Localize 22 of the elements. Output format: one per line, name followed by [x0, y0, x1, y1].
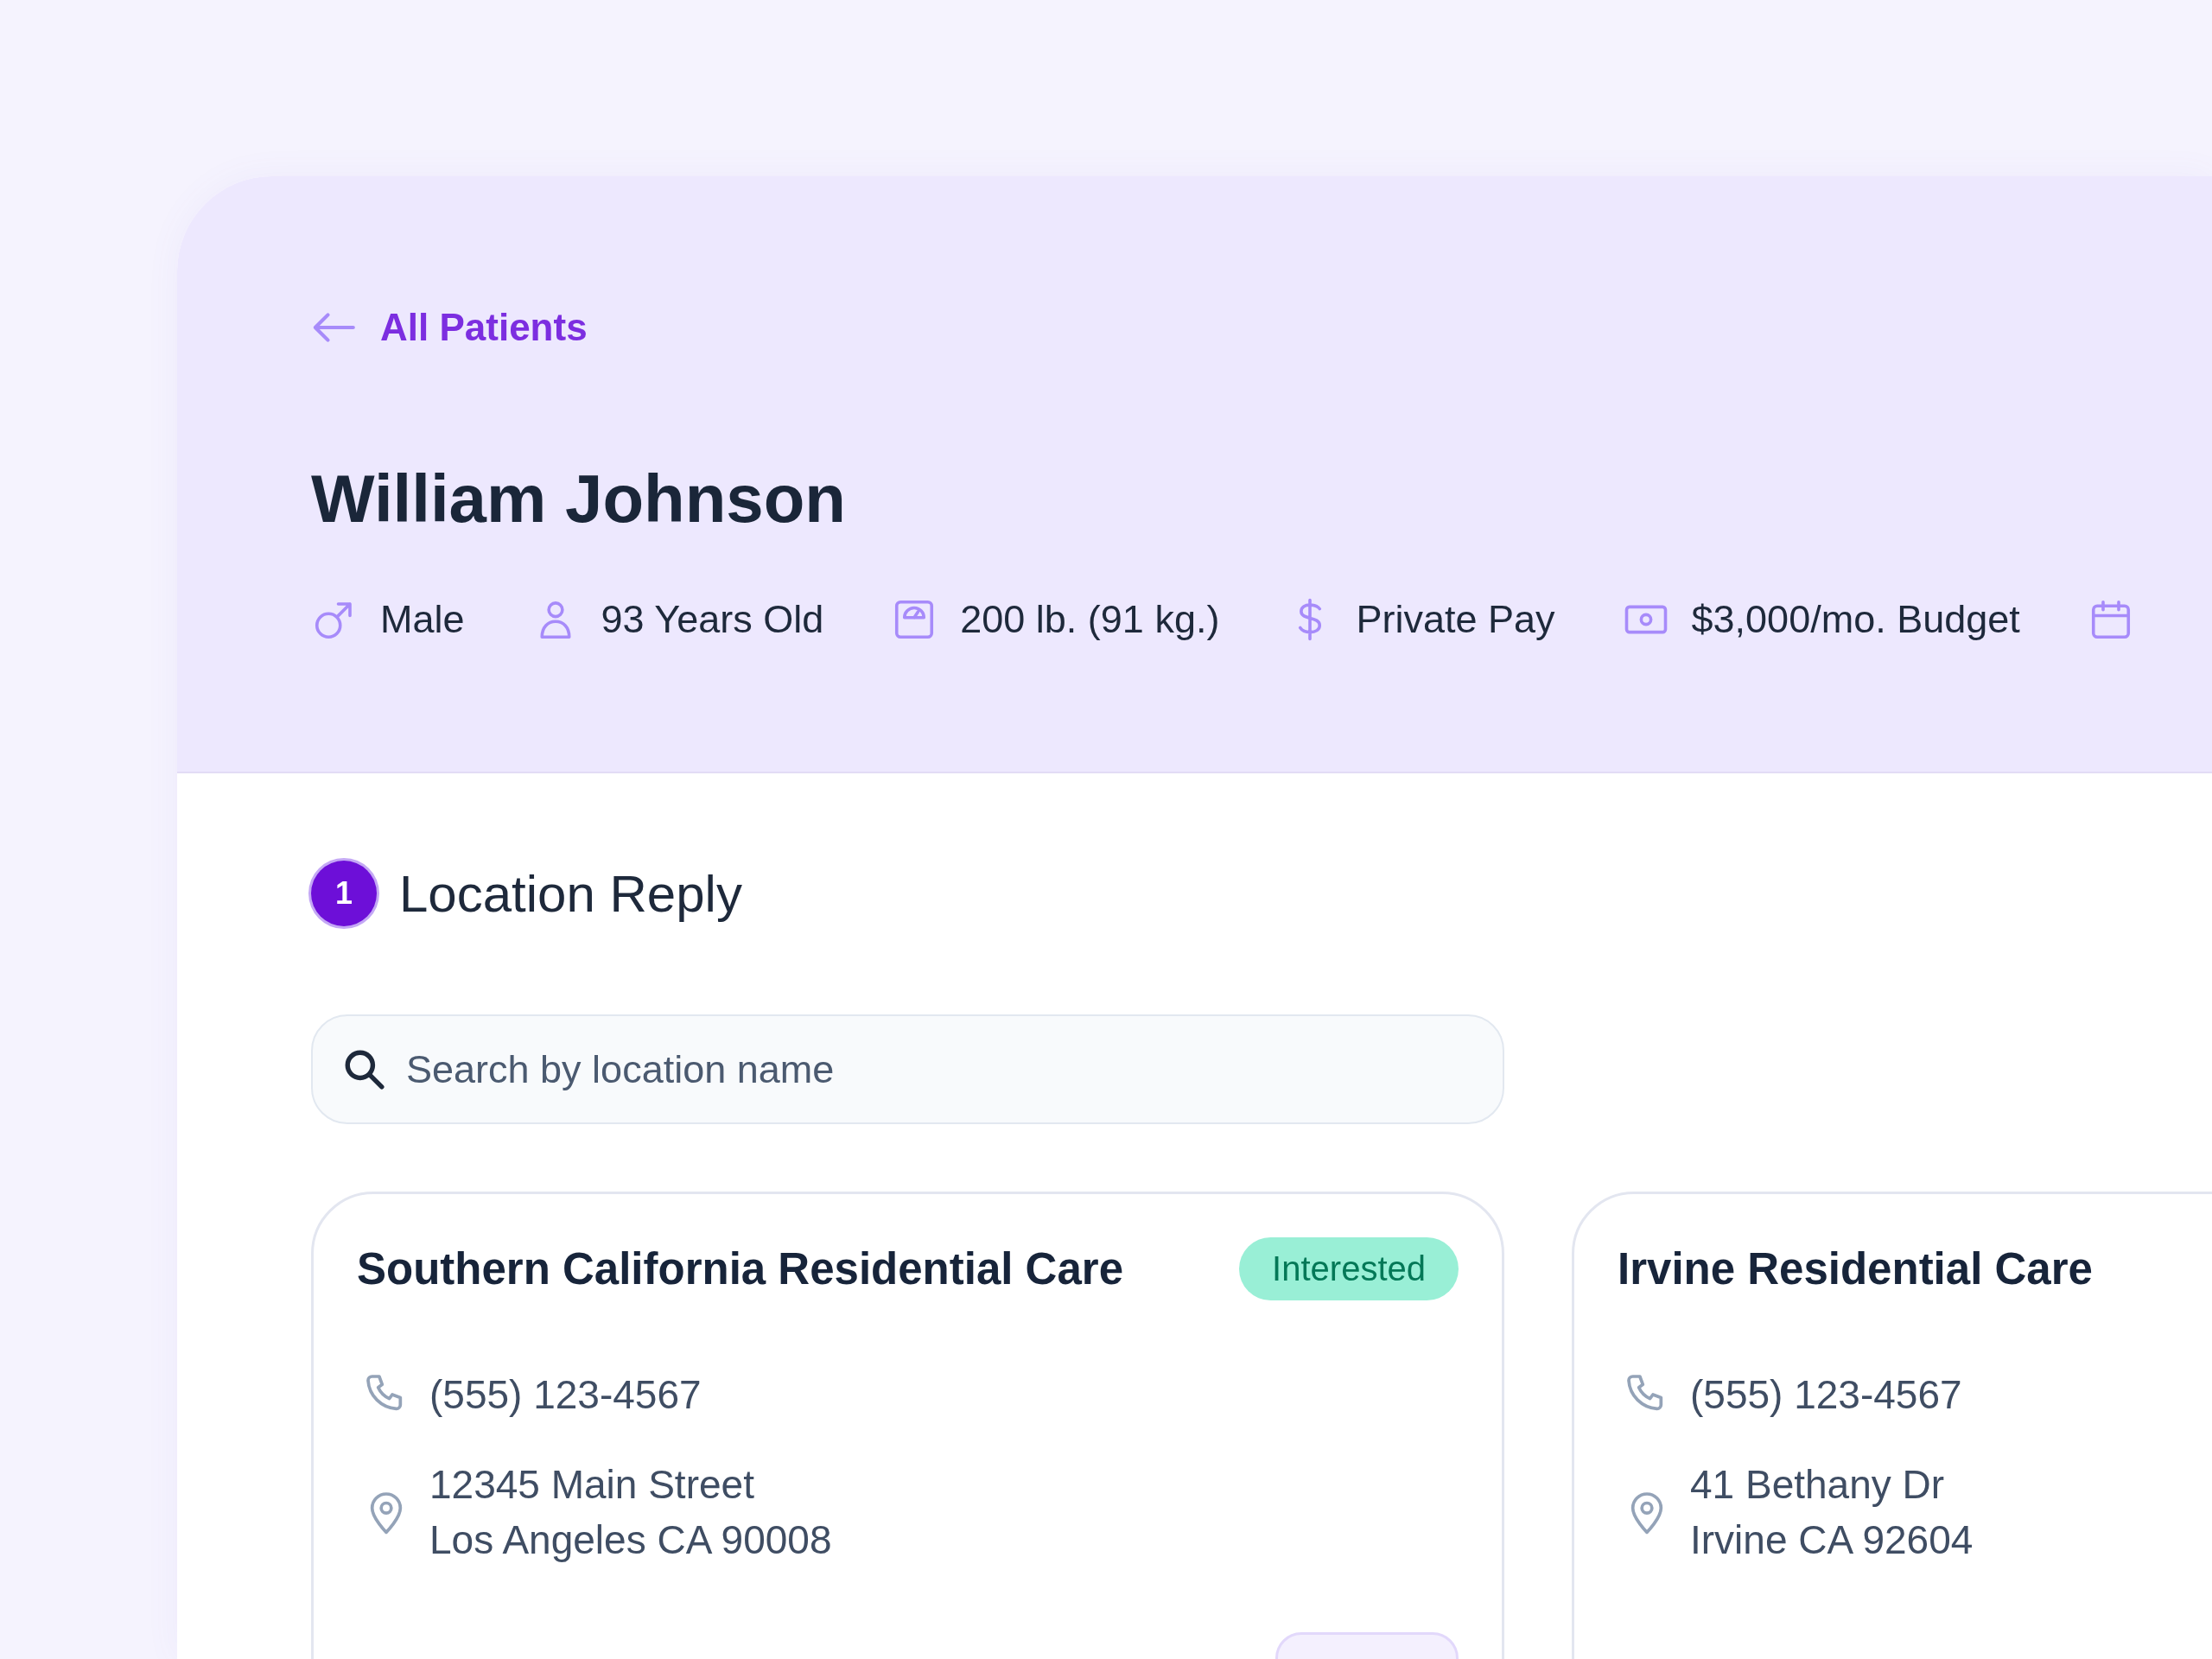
address-line: Los Angeles CA 90008: [429, 1516, 832, 1564]
location-name: Irvine Residential Care: [1618, 1243, 2093, 1294]
patient-detail: $3,000/mo. Budget: [1691, 597, 2020, 642]
patient-detail: Male: [380, 597, 465, 642]
search-field[interactable]: Search by location name: [311, 1014, 1504, 1124]
section-title: Location Reply: [399, 863, 742, 924]
location-name: Southern California Residential Care: [357, 1243, 1124, 1294]
patient-detail: 200 lb. (91 kg.): [960, 597, 1220, 642]
status-badge: Interested: [1239, 1236, 1459, 1300]
address-line: 12345 Main Street: [429, 1461, 755, 1509]
address-line: Irvine CA 92604: [1690, 1516, 1974, 1564]
phone-number: (555) 123-4567: [1690, 1371, 1962, 1419]
address-line: 41 Bethany Dr: [1690, 1461, 1946, 1509]
step-number: 1: [311, 861, 377, 926]
phone-number: (555) 123-4567: [429, 1371, 702, 1419]
back-link[interactable]: All Patients: [311, 306, 2212, 349]
location-card[interactable]: Irvine Residential Care (555) 123-4567 41 Bethany Dr Irvine CA 92604: [1572, 1192, 2212, 1659]
location-card[interactable]: Southern California Residential Care Interested (555) 123-4567 12345 Main Street Los Angeles CA 90008: [311, 1192, 1504, 1659]
patient-detail: 93 Years Old: [601, 597, 824, 642]
patient-detail: Private Pay: [1356, 597, 1555, 642]
patient-name: William Johnson: [311, 465, 847, 532]
back-arrow-icon: [311, 310, 356, 345]
